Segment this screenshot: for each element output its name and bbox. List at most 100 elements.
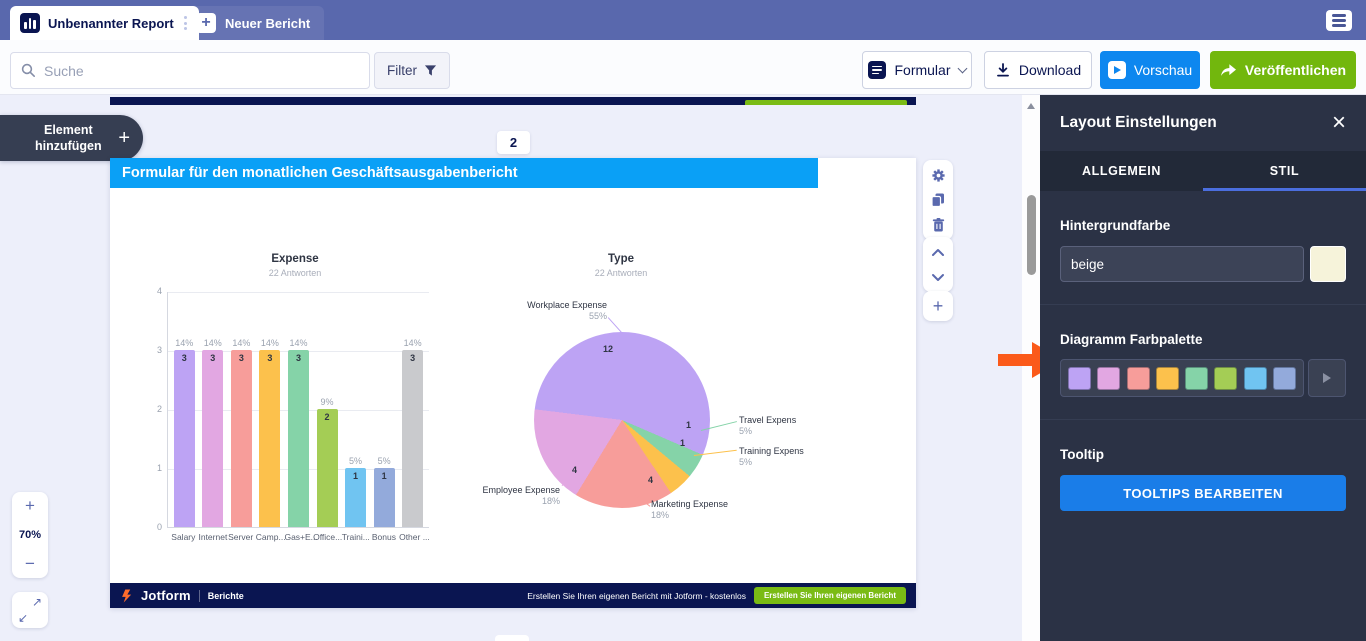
- preview-label: Vorschau: [1134, 62, 1192, 78]
- footer-cta-button[interactable]: Erstellen Sie Ihren eigenen Bericht: [754, 587, 906, 604]
- active-tab-underline: [1203, 188, 1366, 191]
- pie-slice-label: Marketing Expense: [651, 499, 761, 510]
- report-canvas: Element hinzufügen + 2 Formular für den …: [0, 95, 1040, 641]
- tab-new-report[interactable]: + Neuer Bericht: [182, 6, 324, 40]
- zoom-out-button[interactable]: −: [12, 550, 48, 578]
- pie-slice-label: Travel Expens: [739, 415, 811, 426]
- bar-percent-label: 14%: [232, 338, 250, 348]
- tab-stil[interactable]: STIL: [1203, 151, 1366, 191]
- panel-body: Hintergrundfarbe Diagramm Farbpalette To…: [1040, 218, 1366, 511]
- plus-icon: +: [196, 13, 216, 33]
- bar-rect[interactable]: 1: [345, 468, 366, 527]
- pie-slice-callout: Workplace Expense55%: [495, 300, 607, 323]
- palette-color-swatch[interactable]: [1097, 367, 1120, 390]
- download-icon: [995, 62, 1011, 78]
- bar[interactable]: 14%3: [229, 292, 253, 527]
- search-input[interactable]: [44, 63, 359, 79]
- duplicate-icon[interactable]: [930, 192, 946, 208]
- bar[interactable]: 14%3: [401, 292, 425, 527]
- bar[interactable]: 5%1: [344, 292, 368, 527]
- bar[interactable]: 9%2: [315, 292, 339, 527]
- bar-percent-label: 5%: [349, 456, 362, 466]
- form-source-button[interactable]: Formular: [862, 51, 972, 89]
- panel-tabs: ALLGEMEIN STIL: [1040, 151, 1366, 191]
- palette-color-swatch[interactable]: [1156, 367, 1179, 390]
- preview-button[interactable]: Vorschau: [1100, 51, 1200, 89]
- x-category-label: Traini...: [342, 532, 369, 542]
- trash-icon[interactable]: [930, 217, 946, 233]
- filter-button[interactable]: Filter: [374, 52, 450, 89]
- tooltip-label: Tooltip: [1060, 447, 1346, 462]
- zoom-level: 70%: [12, 520, 48, 550]
- zoom-in-button[interactable]: +: [12, 492, 48, 520]
- bar[interactable]: 14%3: [201, 292, 225, 527]
- gear-icon[interactable]: [930, 167, 946, 183]
- x-category-label: Bonus: [370, 532, 397, 542]
- bar-value-label: 3: [296, 353, 301, 527]
- bar[interactable]: 14%3: [258, 292, 282, 527]
- palette-next-button[interactable]: [1308, 359, 1346, 397]
- bar[interactable]: 5%1: [372, 292, 396, 527]
- bar[interactable]: 14%3: [286, 292, 310, 527]
- reorder-toolbar: [923, 237, 953, 292]
- palette-color-swatch[interactable]: [1127, 367, 1150, 390]
- edit-tooltips-button[interactable]: TOOLTIPS BEARBEITEN: [1060, 475, 1346, 511]
- pie-slice-percent: 5%: [739, 457, 811, 468]
- pie-slice-label: Employee Expense: [454, 485, 560, 496]
- chart-palette-label: Diagramm Farbpalette: [1060, 332, 1346, 347]
- chevron-down-icon: [957, 63, 967, 73]
- move-down-icon[interactable]: [930, 269, 946, 285]
- add-page-icon[interactable]: +: [930, 298, 946, 314]
- bar-value-label: 3: [182, 353, 187, 527]
- bar-percent-label: 5%: [378, 456, 391, 466]
- panel-header: Layout Einstellungen ×: [1040, 95, 1366, 151]
- pie-slice-percent: 55%: [495, 311, 607, 322]
- search-box: [10, 52, 370, 89]
- hamburger-menu-icon[interactable]: [1326, 10, 1352, 31]
- y-tick-label: 4: [146, 286, 162, 296]
- previous-page-cta-edge: [745, 100, 907, 105]
- y-tick-label: 1: [146, 463, 162, 473]
- move-up-icon[interactable]: [930, 244, 946, 260]
- report-tab-label: Unbenannter Report: [48, 16, 174, 31]
- download-button[interactable]: Download: [984, 51, 1092, 89]
- bar-rect[interactable]: 3: [202, 350, 223, 527]
- palette-color-swatch[interactable]: [1185, 367, 1208, 390]
- bar-rect[interactable]: 2: [317, 409, 338, 527]
- panel-title: Layout Einstellungen: [1060, 114, 1217, 132]
- tab-current-report[interactable]: Unbenannter Report: [10, 6, 199, 40]
- add-element-button[interactable]: Element hinzufügen +: [0, 115, 143, 161]
- close-icon[interactable]: ×: [1332, 111, 1346, 135]
- background-color-swatch[interactable]: [1310, 246, 1346, 282]
- share-arrow-icon: [1220, 63, 1237, 78]
- bar-rect[interactable]: 3: [402, 350, 423, 527]
- bar-rect[interactable]: 1: [374, 468, 395, 527]
- previous-page-edge: [110, 97, 916, 105]
- section-divider: [1040, 304, 1366, 305]
- tab-allgemein[interactable]: ALLGEMEIN: [1040, 151, 1203, 191]
- fullscreen-button[interactable]: ↗ ↙: [12, 592, 48, 628]
- publish-label: Veröffentlichen: [1245, 62, 1346, 78]
- play-icon: [1108, 61, 1126, 79]
- palette-color-swatch[interactable]: [1068, 367, 1091, 390]
- palette-color-swatch[interactable]: [1214, 367, 1237, 390]
- x-category-label: Gas+E...: [284, 532, 311, 542]
- pie-chart: [534, 332, 710, 508]
- scrollbar-thumb[interactable]: [1027, 195, 1036, 275]
- bar-rect[interactable]: 3: [259, 350, 280, 527]
- bar[interactable]: 14%3: [172, 292, 196, 527]
- bar-rect[interactable]: 3: [288, 350, 309, 527]
- bar-rect[interactable]: 3: [231, 350, 252, 527]
- publish-button[interactable]: Veröffentlichen: [1210, 51, 1356, 89]
- report-page[interactable]: Formular für den monatlichen Geschäftsau…: [110, 158, 916, 608]
- palette-color-swatch[interactable]: [1273, 367, 1296, 390]
- chart-color-palette: [1060, 359, 1304, 397]
- bar-percent-label: 14%: [204, 338, 222, 348]
- pie-slice-percent: 18%: [651, 510, 761, 521]
- bar-rect[interactable]: 3: [174, 350, 195, 527]
- scroll-up-icon[interactable]: [1027, 103, 1035, 109]
- pie-slice-callout: Marketing Expense18%: [651, 499, 761, 522]
- background-color-input[interactable]: [1060, 246, 1304, 282]
- palette-color-swatch[interactable]: [1244, 367, 1267, 390]
- pie-slice-percent: 18%: [454, 496, 560, 507]
